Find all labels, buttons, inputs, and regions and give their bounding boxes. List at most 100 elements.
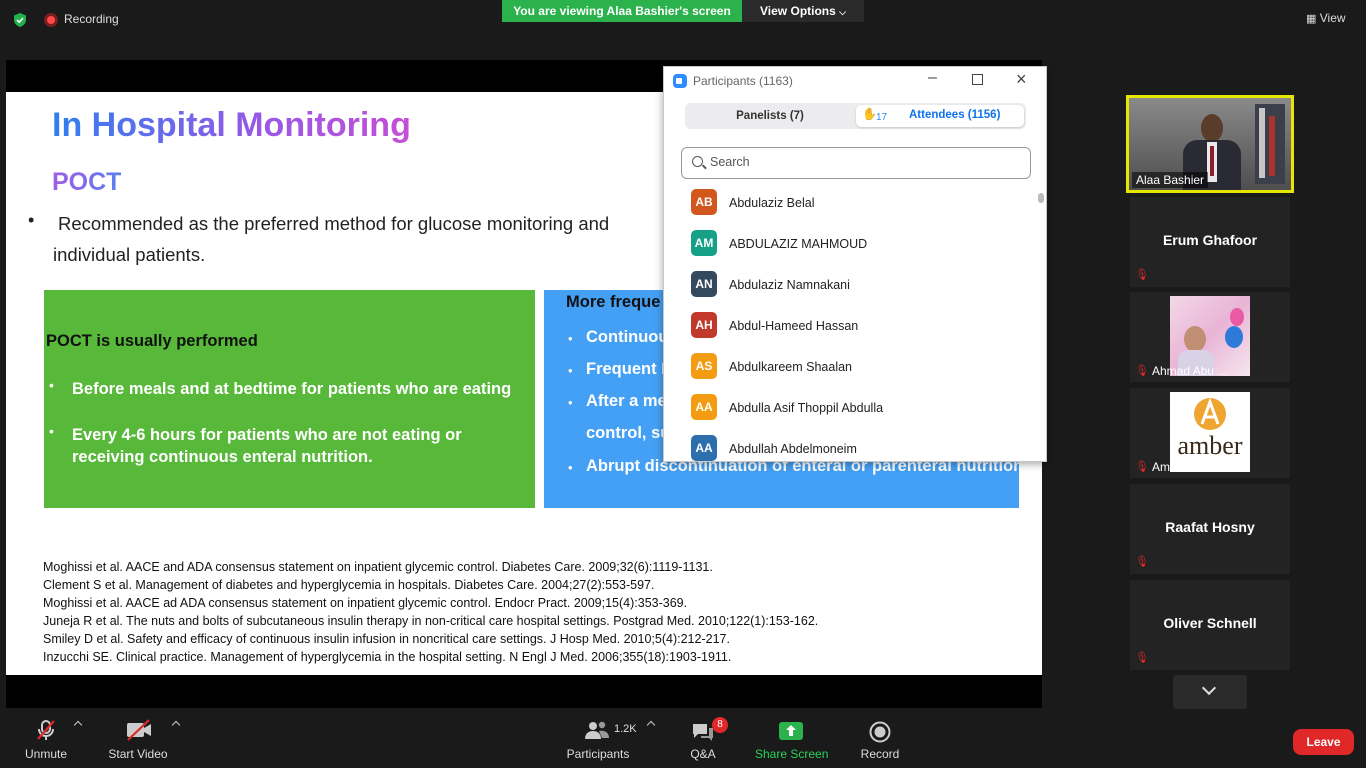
close-icon[interactable]: ×: [1016, 69, 1027, 90]
participant-name: Abdulla Asif Thoppil Abdulla: [729, 401, 884, 415]
participant-name: Abdul-Hameed Hassan: [729, 319, 859, 333]
maximize-icon[interactable]: [972, 74, 983, 85]
participant-row[interactable]: AM ABDULAZIZ MAHMOUD: [664, 228, 1036, 269]
participant-tile-name: Erum Ghafoor: [1162, 232, 1258, 248]
tab-attendees[interactable]: ✋ 17 Attendees (1156): [856, 105, 1024, 127]
active-speaker-name: Alaa Bashier: [1132, 172, 1209, 188]
muted-mic-icon: 🎙︎: [1135, 652, 1149, 664]
blue-box-item: Continuou: [586, 328, 669, 346]
search-input[interactable]: [710, 155, 1010, 169]
participant-avatar: AM: [691, 230, 717, 256]
reference-line: Inzucchi SE. Clinical practice. Manageme…: [43, 649, 732, 664]
bullet-icon: •: [49, 377, 54, 393]
share-screen-label: Share Screen: [755, 747, 829, 761]
participants-panel: Participants (1163) – × Panelists (7) ✋ …: [663, 66, 1047, 462]
audio-options-caret-icon[interactable]: [73, 720, 83, 730]
start-video-label: Start Video: [108, 747, 168, 761]
slide-references: Moghissi et al. AACE and ADA consensus s…: [43, 559, 818, 666]
raised-hand-icon: ✋: [862, 107, 877, 121]
participants-icon: [585, 721, 609, 739]
reference-line: Smiley D et al. Safety and efficacy of c…: [43, 631, 730, 646]
video-options-caret-icon[interactable]: [171, 720, 181, 730]
bullet-icon: •: [49, 423, 54, 439]
recording-label: Recording: [64, 12, 119, 26]
bullet-icon: •: [28, 210, 35, 230]
qa-button[interactable]: 8 Q&A: [686, 710, 728, 768]
shield-icon[interactable]: [12, 12, 28, 28]
green-box-item: receiving continuous enteral nutrition.: [72, 448, 373, 466]
microphone-muted-icon: [37, 720, 55, 740]
active-speaker-tile[interactable]: Alaa Bashier: [1126, 95, 1294, 193]
participant-tile-name: Ahmad Abu ...: [1152, 364, 1228, 378]
start-video-button[interactable]: Start Video: [106, 710, 170, 768]
zoom-logo-icon: [673, 74, 687, 88]
recording-icon: [44, 13, 58, 27]
participant-row[interactable]: AA Abdullah Abdelmoneim: [664, 433, 1036, 461]
participant-row[interactable]: AH Abdul-Hameed Hassan: [664, 310, 1036, 351]
blue-box-heading: More freque: [566, 293, 661, 311]
view-button[interactable]: ▦ View: [1306, 11, 1346, 25]
reference-line: Clement S et al. Management of diabetes …: [43, 577, 655, 592]
participant-tile[interactable]: Raafat Hosny 🎙︎: [1130, 484, 1290, 574]
participant-avatar: AN: [691, 271, 717, 297]
participant-row[interactable]: AA Abdulla Asif Thoppil Abdulla: [664, 392, 1036, 433]
participant-row[interactable]: AN Abdulaziz Namnakani: [664, 269, 1036, 310]
participants-label: Participants: [566, 747, 630, 761]
leave-button[interactable]: Leave: [1293, 729, 1354, 755]
participants-panel-title: Participants (1163): [693, 74, 793, 88]
participant-tile[interactable]: Erum Ghafoor 🎙︎: [1130, 197, 1290, 287]
participants-panel-titlebar[interactable]: Participants (1163) – ×: [664, 67, 1046, 95]
share-screen-button[interactable]: Share Screen: [755, 710, 829, 768]
participant-avatar: AA: [691, 435, 717, 461]
participant-avatar: AS: [691, 353, 717, 379]
participant-list: AB Abdulaziz Belal AM ABDULAZIZ MAHMOUD AN Ab…: [664, 185, 1036, 461]
participant-name: Abdulkareem Shaalan: [729, 360, 852, 374]
participant-row[interactable]: AS Abdulkareem Shaalan: [664, 351, 1036, 392]
participants-button[interactable]: 1.2K Participants: [564, 710, 637, 768]
participant-tile[interactable]: 🎙︎ Ahmad Abu ...: [1130, 292, 1290, 382]
slide-title: In Hospital Monitoring: [52, 106, 411, 144]
unmute-button[interactable]: Unmute: [20, 710, 72, 768]
participant-avatar: AH: [691, 312, 717, 338]
participant-row[interactable]: AB Abdulaziz Belal: [664, 187, 1036, 228]
participant-tile-name: Raafat Hosny: [1165, 519, 1255, 535]
green-info-box: POCT is usually performed • Before meals…: [44, 290, 535, 508]
chevron-down-icon: [1201, 680, 1217, 696]
minimize-icon[interactable]: –: [928, 69, 937, 87]
participant-avatar: AA: [691, 394, 717, 420]
participants-options-caret-icon[interactable]: [646, 720, 656, 730]
view-options-button[interactable]: View Options ⌵: [742, 0, 864, 22]
view-label: View: [1319, 11, 1346, 25]
record-button[interactable]: Record: [858, 710, 902, 768]
record-icon: [869, 721, 891, 743]
muted-mic-icon: 🎙︎: [1135, 556, 1149, 568]
svg-text:amber: amber: [1178, 431, 1243, 460]
participant-tabs: Panelists (7) ✋ 17 Attendees (1156): [685, 103, 1026, 129]
muted-mic-icon: 🎙︎: [1135, 461, 1149, 473]
video-off-icon: [127, 719, 151, 741]
blue-box-item: Frequent I: [586, 360, 666, 378]
bullet-icon: •: [568, 460, 573, 475]
reference-line: Juneja R et al. The nuts and bolts of su…: [43, 613, 819, 628]
search-icon: [692, 156, 703, 167]
participant-name: ABDULAZIZ MAHMOUD: [729, 237, 868, 251]
participant-name: Abdullah Abdelmoneim: [729, 442, 857, 456]
gallery-next-button[interactable]: [1173, 675, 1247, 709]
muted-mic-icon: 🎙︎: [1135, 269, 1149, 281]
slide-bullet-line: Recommended as the preferred method for …: [58, 213, 610, 234]
bullet-icon: •: [568, 363, 573, 378]
participant-tile[interactable]: amber 🎙︎ Amr Hussein: [1130, 388, 1290, 478]
participant-tile-name: Amr Hussein: [1152, 460, 1221, 474]
blue-box-item: control, su: [586, 424, 671, 442]
participant-list-scrollbar[interactable]: [1038, 193, 1044, 203]
participant-count: 1.2K: [614, 723, 637, 735]
unmute-label: Unmute: [24, 747, 68, 761]
muted-mic-icon: 🎙︎: [1135, 365, 1149, 377]
participant-tile[interactable]: Oliver Schnell 🎙︎: [1130, 580, 1290, 670]
reference-line: Moghissi et al. AACE and ADA consensus s…: [43, 560, 713, 574]
tab-panelists[interactable]: Panelists (7): [685, 103, 855, 129]
viewing-banner: You are viewing Alaa Bashier's screen: [502, 0, 742, 22]
participant-search[interactable]: [681, 147, 1031, 179]
slide-bullet: Recommended as the preferred method for …: [53, 208, 673, 270]
qa-label: Q&A: [690, 747, 716, 761]
